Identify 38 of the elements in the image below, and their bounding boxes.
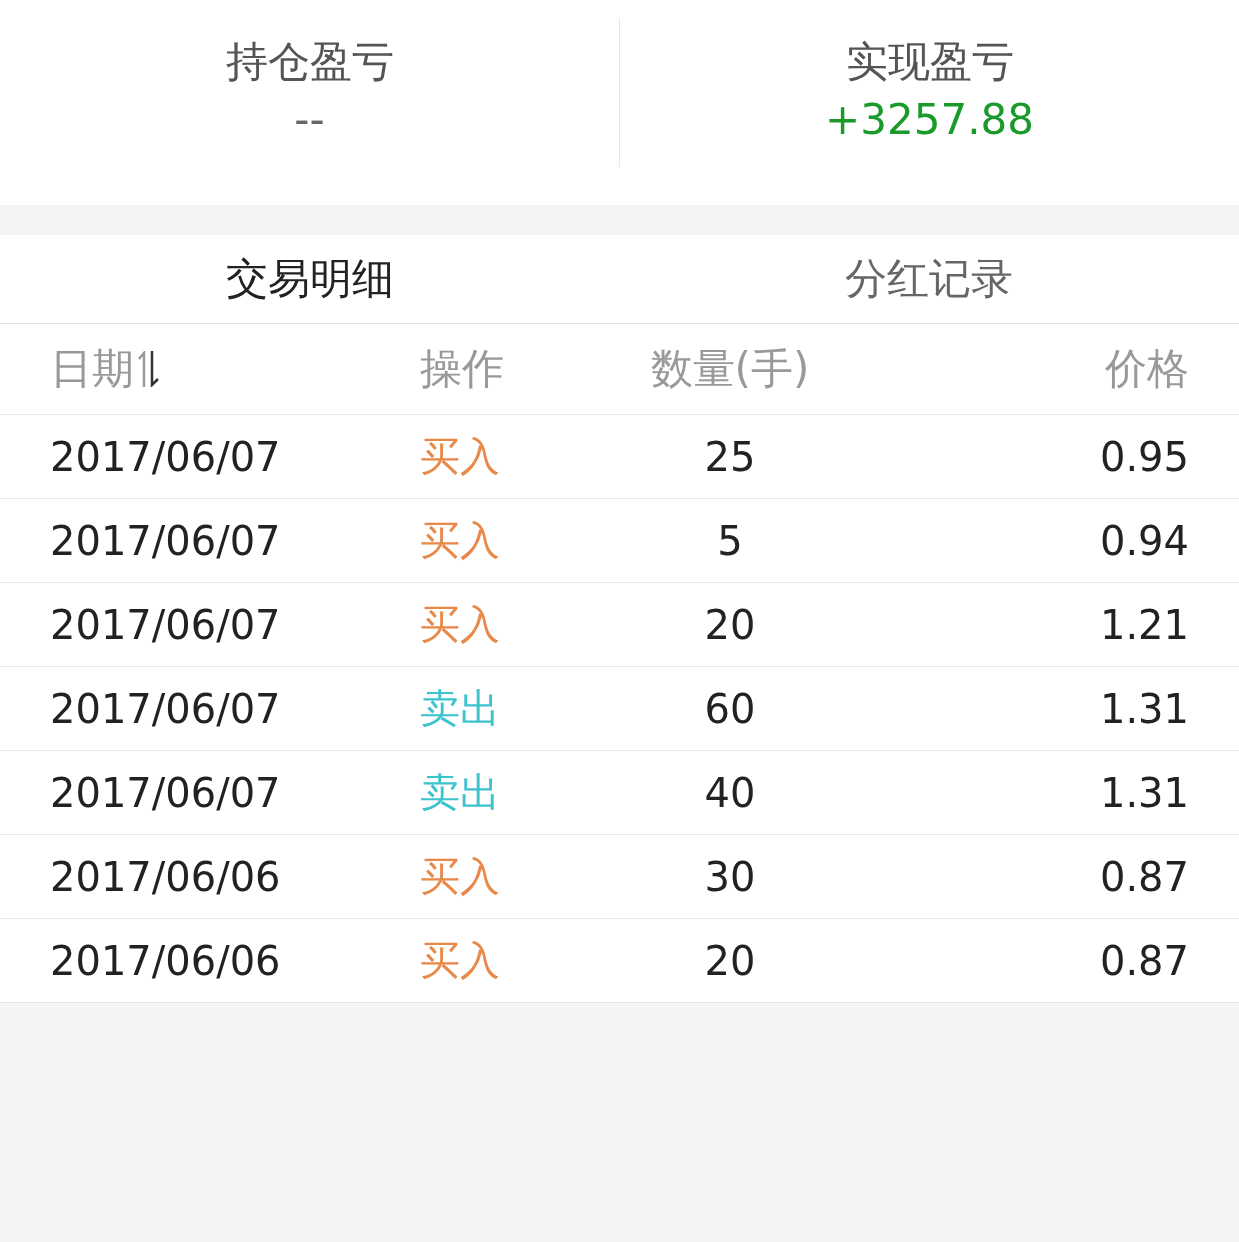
quantity-cell-text: 40 xyxy=(704,769,757,816)
date-cell-text: 2017/06/06 xyxy=(50,937,282,984)
price-cell: 1.21 xyxy=(1099,601,1189,648)
summary-value: +3257.88 xyxy=(825,94,1034,146)
summary-value: -- xyxy=(294,94,325,146)
price-cell: 0.87 xyxy=(1099,853,1189,900)
action-cell-text: 买入 xyxy=(419,852,501,901)
summary-label: 实现盈亏 xyxy=(845,36,1014,88)
date-cell-text: 2017/06/07 xyxy=(50,769,282,816)
quantity-cell-text: 5 xyxy=(717,517,744,564)
price-cell: 0.94 xyxy=(1099,517,1189,564)
column-header: 操作 xyxy=(419,343,505,395)
date-cell-text: 2017/06/07 xyxy=(50,685,282,732)
price-cell: 0.95 xyxy=(1099,433,1189,480)
price-cell: 1.31 xyxy=(1099,769,1189,816)
date-cell-text: 2017/06/06 xyxy=(50,853,282,900)
action-cell-text: 卖出 xyxy=(419,684,501,733)
price-cell: 1.31 xyxy=(1099,685,1189,732)
sort-icon[interactable] xyxy=(138,351,160,387)
price-cell: 0.87 xyxy=(1099,937,1189,984)
quantity-cell-text: 30 xyxy=(704,853,757,900)
quantity-cell-text: 20 xyxy=(704,601,757,648)
date-cell-text: 2017/06/07 xyxy=(50,517,282,564)
summary-label: 持仓盈亏 xyxy=(225,36,394,88)
action-cell-text: 买入 xyxy=(419,600,501,649)
tab[interactable]: 交易明细 xyxy=(0,235,620,323)
quantity-cell-text: 60 xyxy=(704,685,757,732)
action-cell-text: 买入 xyxy=(419,936,501,985)
quantity-cell-text: 20 xyxy=(704,937,757,984)
tab[interactable]: 分红记录 xyxy=(619,235,1239,323)
action-cell-text: 买入 xyxy=(419,432,501,481)
column-header: 数量(手) xyxy=(650,343,811,395)
date-cell-text: 2017/06/07 xyxy=(50,601,282,648)
action-cell-text: 买入 xyxy=(419,516,501,565)
action-cell-text: 卖出 xyxy=(419,768,501,817)
column-header: 价格 xyxy=(1105,343,1189,395)
quantity-cell-text: 25 xyxy=(704,433,757,480)
date-cell-text: 2017/06/07 xyxy=(50,433,282,480)
